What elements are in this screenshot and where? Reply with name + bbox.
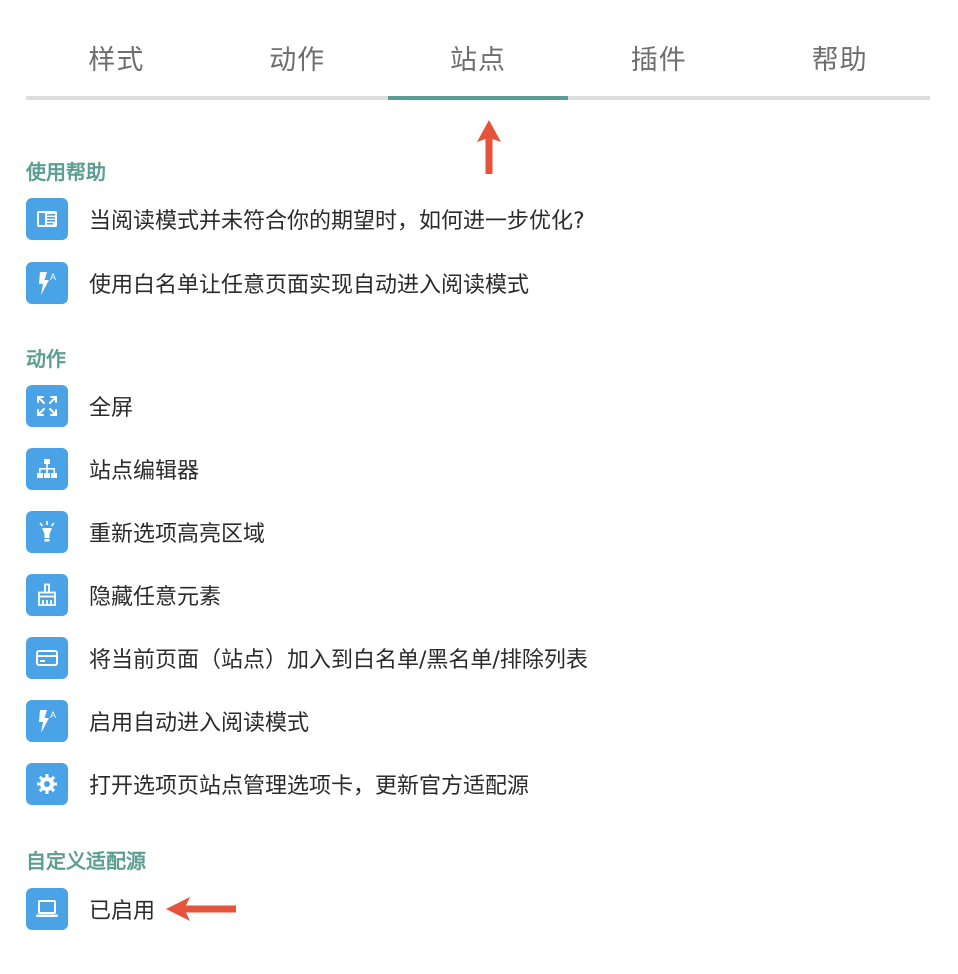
tab-help[interactable]: 帮助	[749, 28, 930, 100]
svg-text:A: A	[50, 710, 56, 720]
section-title-custom-source: 自定义适配源	[26, 849, 146, 873]
auto-flash-icon: A	[26, 700, 68, 742]
list-item-whitelist-help[interactable]: A 使用白名单让任意页面实现自动进入阅读模式	[26, 261, 906, 305]
annotation-arrow-left-icon	[166, 897, 236, 921]
svg-text:A: A	[50, 272, 56, 282]
fullscreen-icon	[26, 385, 68, 427]
list-item-label: 使用白名单让任意页面实现自动进入阅读模式	[89, 273, 530, 298]
tab-actions[interactable]: 动作	[207, 28, 388, 100]
list-item-label: 当阅读模式并未符合你的期望时，如何进一步优化?	[89, 209, 585, 234]
list-item-open-site-manager[interactable]: 打开选项页站点管理选项卡，更新官方适配源	[26, 762, 906, 806]
laptop-icon	[26, 888, 68, 930]
list-item-label: 打开选项页站点管理选项卡，更新官方适配源	[89, 774, 530, 799]
brush-icon	[26, 574, 68, 616]
list-item-reselect-highlight[interactable]: 重新选项高亮区域	[26, 510, 906, 554]
reader-card-icon	[26, 198, 68, 240]
list-item-custom-source-enabled[interactable]: 已启用	[26, 887, 906, 931]
list-item-label: 将当前页面（站点）加入到白名单/黑名单/排除列表	[89, 648, 588, 673]
annotation-arrow-up-icon	[477, 120, 501, 174]
tab-plugins[interactable]: 插件	[568, 28, 749, 100]
tab-site[interactable]: 站点	[387, 28, 569, 100]
list-item-label: 启用自动进入阅读模式	[89, 711, 310, 736]
list-item-label: 已启用	[89, 899, 156, 924]
list-item-label: 隐藏任意元素	[89, 585, 222, 610]
list-item-label: 站点编辑器	[89, 459, 200, 484]
list-item-label: 全屏	[89, 396, 134, 421]
lightbulb-icon	[26, 511, 68, 553]
list-item-add-to-list[interactable]: 将当前页面（站点）加入到白名单/黑名单/排除列表	[26, 636, 906, 680]
sitemap-icon	[26, 448, 68, 490]
list-item-optimize-help[interactable]: 当阅读模式并未符合你的期望时，如何进一步优化?	[26, 197, 906, 241]
section-title-actions: 动作	[26, 347, 66, 371]
list-item-fullscreen[interactable]: 全屏	[26, 384, 906, 428]
auto-flash-icon: A	[26, 262, 68, 304]
list-item-site-editor[interactable]: 站点编辑器	[26, 447, 906, 491]
tab-style[interactable]: 样式	[26, 28, 207, 100]
section-title-help: 使用帮助	[26, 160, 106, 184]
tab-bar: 样式 动作 站点 插件 帮助	[26, 28, 930, 100]
list-item-label: 重新选项高亮区域	[89, 522, 266, 547]
card-icon	[26, 637, 68, 679]
list-item-hide-element[interactable]: 隐藏任意元素	[26, 573, 906, 617]
gear-icon	[26, 763, 68, 805]
list-item-enable-auto-read[interactable]: A 启用自动进入阅读模式	[26, 699, 906, 743]
